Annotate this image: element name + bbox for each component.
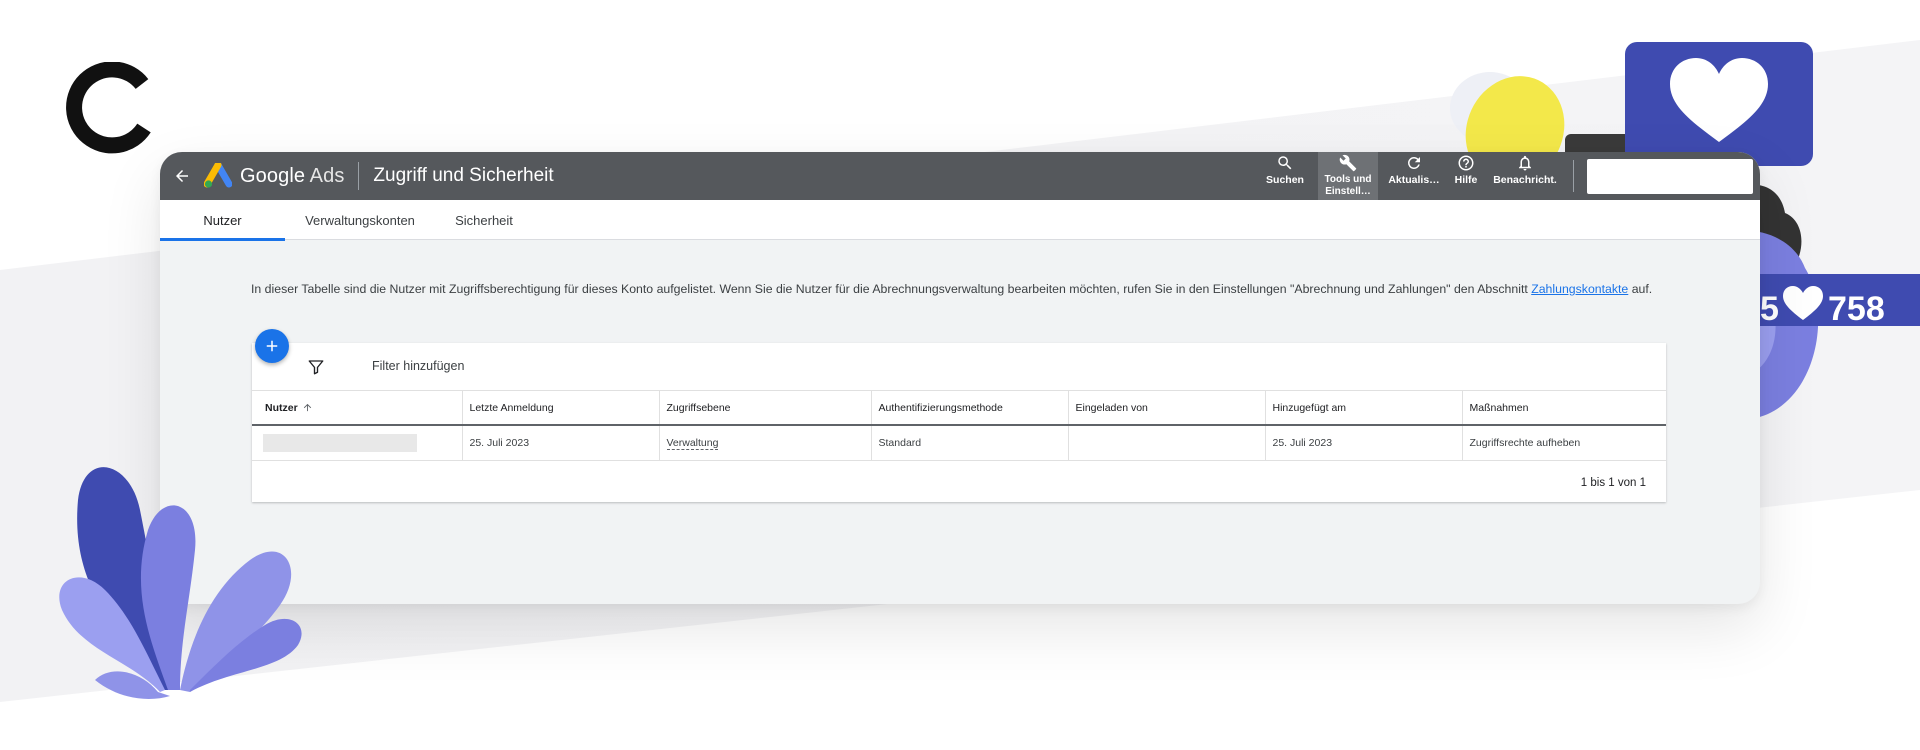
filter-bar: Filter hinzufügen xyxy=(252,343,1666,391)
pagination-info: 1 bis 1 von 1 xyxy=(1580,477,1646,489)
tab-bar: Nutzer Verwaltungskonten Sicherheit xyxy=(160,200,1760,241)
info-text: In dieser Tabelle sind die Nutzer mit Zu… xyxy=(251,282,1652,296)
column-header-invited-by[interactable]: Eingeladen von xyxy=(1068,391,1266,426)
cell-auth-method: Standard xyxy=(871,425,1069,461)
top-app-bar: Google Ads Zugriff und Sicherheit Suchen… xyxy=(160,152,1760,200)
like-counter: 758 xyxy=(1828,290,1885,328)
refresh-label: Aktualis… xyxy=(1388,174,1440,186)
search-label: Suchen xyxy=(1266,174,1304,186)
plus-icon xyxy=(266,340,278,352)
wrench-icon xyxy=(1339,154,1357,172)
product-name: Google Ads xyxy=(240,164,345,187)
tab-users[interactable]: Nutzer xyxy=(160,200,285,241)
like-counter-partial: 5 xyxy=(1760,290,1779,328)
table-row: 25. Juli 2023 Verwaltung Standard 25. Ju… xyxy=(252,425,1666,461)
users-table: Nutzer Letzte Anmeldung Zugriffsebene Au… xyxy=(252,391,1666,461)
info-text-suffix: auf. xyxy=(1628,282,1653,296)
payment-contacts-link[interactable]: Zahlungskontakte xyxy=(1531,282,1628,296)
cell-action[interactable]: Zugriffsrechte aufheben xyxy=(1462,425,1666,461)
tab-manager-accounts[interactable]: Verwaltungskonten xyxy=(285,200,435,240)
arrow-back-icon xyxy=(176,170,188,182)
bell-icon xyxy=(1519,155,1531,171)
search-button[interactable]: Suchen xyxy=(1260,152,1310,200)
google-ads-window: Google Ads Zugriff und Sicherheit Suchen… xyxy=(160,152,1760,604)
refresh-icon xyxy=(1407,156,1420,169)
account-selector[interactable] xyxy=(1587,159,1753,194)
access-level-dropdown[interactable]: Verwaltung xyxy=(666,436,719,450)
tools-settings-button[interactable]: Tools und Einstell… xyxy=(1318,152,1378,200)
info-text-body: In dieser Tabelle sind die Nutzer mit Zu… xyxy=(251,282,1532,296)
title-divider xyxy=(358,162,360,190)
column-header-actions: Maßnahmen xyxy=(1462,391,1666,426)
help-button[interactable]: Hilfe xyxy=(1446,152,1486,200)
google-ads-logo-icon xyxy=(204,163,232,188)
notifications-label: Benachricht. xyxy=(1493,174,1557,186)
cell-access-level: Verwaltung xyxy=(659,425,872,461)
column-header-access-level[interactable]: Zugriffsebene xyxy=(659,391,872,426)
add-filter-button[interactable]: Filter hinzufügen xyxy=(372,359,464,373)
column-header-auth-method[interactable]: Authentifizierungsmethode xyxy=(871,391,1069,426)
arrow-upward-icon xyxy=(303,404,311,412)
add-user-button[interactable] xyxy=(255,329,289,363)
notifications-button[interactable]: Benachricht. xyxy=(1490,152,1560,200)
tools-settings-label: Tools und Einstell… xyxy=(1324,174,1372,197)
help-label: Hilfe xyxy=(1454,174,1478,186)
help-icon xyxy=(1458,155,1474,171)
column-header-user[interactable]: Nutzer xyxy=(252,391,463,426)
cell-last-login: 25. Juli 2023 xyxy=(462,425,660,461)
cell-added-on: 25. Juli 2023 xyxy=(1265,425,1463,461)
plant-illustration xyxy=(59,467,302,699)
column-header-last-login[interactable]: Letzte Anmeldung xyxy=(462,391,660,426)
refresh-button[interactable]: Aktualis… xyxy=(1384,152,1444,200)
top-actions: Suchen Tools und Einstell… Aktualis… Hil… xyxy=(1260,152,1560,200)
tab-security[interactable]: Sicherheit xyxy=(435,200,533,240)
actions-divider xyxy=(1573,160,1574,192)
table-header-row: Nutzer Letzte Anmeldung Zugriffsebene Au… xyxy=(252,391,1666,426)
column-header-added-on[interactable]: Hinzugefügt am xyxy=(1265,391,1463,426)
back-button[interactable] xyxy=(162,152,202,200)
users-table-card: Filter hinzufügen Nutzer Letzte Anmeldun… xyxy=(252,343,1666,502)
cell-invited-by xyxy=(1068,425,1266,461)
brand-logo-icon xyxy=(66,62,151,154)
filter-icon[interactable] xyxy=(307,358,325,376)
page-title: Zugriff und Sicherheit xyxy=(373,165,554,186)
search-icon xyxy=(1278,156,1292,170)
